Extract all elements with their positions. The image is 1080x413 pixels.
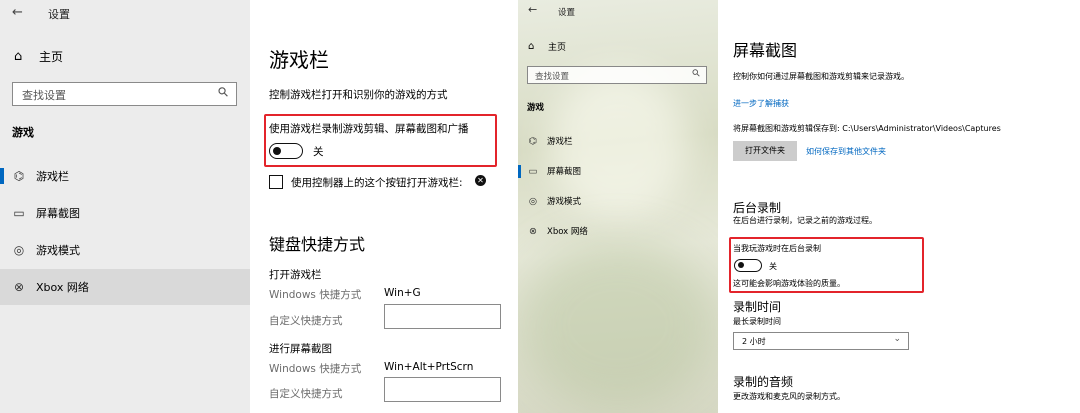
home-icon: ⌂	[528, 41, 535, 52]
back-arrow-icon[interactable]: ←	[528, 3, 537, 16]
left-sidebar: ← 设置 ⌂ 主页 查找设置 ⚲ 游戏 ⌬ 游戏栏 ▭ 屏幕截图 ◎ 游戏模式 …	[0, 0, 250, 413]
windows-shortcut-label: Windows 快捷方式	[269, 289, 362, 301]
windows-shortcut-value: Win+G	[384, 287, 421, 299]
background-recording-toggle[interactable]	[734, 259, 762, 272]
left-main-content: 游戏栏 控制游戏栏打开和识别你的游戏的方式 使用游戏栏录制游戏剪辑、屏幕截图和广…	[250, 0, 516, 413]
max-recording-time-select[interactable]: 2 小时 ⌄	[733, 332, 909, 350]
record-toggle[interactable]	[269, 143, 303, 159]
shortcut-group-title: 进行屏幕截图	[269, 343, 332, 355]
nav-home[interactable]: ⌂ 主页	[14, 48, 63, 65]
search-icon: ⚲	[689, 67, 703, 80]
sidebar-item-label: Xbox 网络	[547, 227, 588, 237]
sidebar-item-label: 游戏栏	[36, 170, 69, 183]
search-placeholder: 查找设置	[535, 72, 570, 82]
xbox-icon: ⊗	[529, 225, 537, 237]
app-title: 设置	[558, 8, 576, 18]
background-recording-note: 这可能会影响游戏体验的质量。	[733, 279, 845, 288]
search-placeholder: 查找设置	[22, 89, 66, 102]
sidebar-item-xbox-network[interactable]: ⊗ Xbox 网络	[0, 269, 250, 305]
sidebar-item-captures[interactable]: ▭ 屏幕截图	[518, 158, 718, 184]
page-description: 控制你如何通过屏幕截图和游戏剪辑来记录游戏。	[733, 72, 909, 81]
shortcuts-title: 键盘快捷方式	[269, 235, 366, 254]
sidebar-item-game-bar[interactable]: ⌬ 游戏栏	[518, 128, 718, 154]
nav-home-label: 主页	[39, 50, 64, 64]
capture-icon: ▭	[13, 206, 25, 220]
back-arrow-icon[interactable]: ←	[12, 5, 23, 20]
custom-shortcut-label: 自定义快捷方式	[269, 315, 343, 327]
custom-shortcut-input[interactable]	[384, 377, 501, 402]
windows-shortcut-value: Win+Alt+PrtScrn	[384, 361, 474, 373]
nav-category-title: 游戏	[12, 126, 34, 139]
game-mode-icon: ◎	[528, 195, 538, 207]
sidebar-item-game-mode[interactable]: ◎ 游戏模式	[518, 188, 718, 214]
sidebar-item-label: 屏幕截图	[36, 207, 80, 220]
shortcut-group-title: 打开游戏栏	[269, 269, 322, 281]
select-value: 2 小时	[742, 337, 766, 346]
sidebar-item-game-mode[interactable]: ◎ 游戏模式	[0, 232, 250, 268]
sidebar-item-label: 游戏模式	[36, 244, 80, 257]
background-recording-toggle-state: 关	[769, 262, 777, 271]
chevron-down-icon: ⌄	[893, 334, 901, 344]
recorded-audio-title: 录制的音频	[733, 375, 794, 389]
open-folder-button[interactable]: 打开文件夹	[733, 141, 797, 161]
sidebar-item-label: 屏幕截图	[547, 167, 582, 177]
background-recording-option-label: 当我玩游戏时在后台录制	[733, 244, 821, 253]
page-title: 屏幕截图	[733, 41, 798, 60]
app-title: 设置	[48, 8, 70, 21]
sidebar-item-label: 游戏栏	[547, 137, 573, 147]
save-path-text: 将屏幕截图和游戏剪辑保存到: C:\Users\Administrator\Vi…	[733, 124, 1001, 133]
background-recording-desc: 在后台进行录制，记录之前的游戏过程。	[733, 216, 877, 225]
page-title: 游戏栏	[269, 48, 329, 72]
nav-home[interactable]: ⌂ 主页	[528, 40, 566, 53]
game-controller-icon: ⌬	[528, 135, 538, 147]
nav-home-label: 主页	[548, 43, 567, 53]
capture-icon: ▭	[528, 165, 538, 177]
max-recording-time-label: 最长录制时间	[733, 317, 781, 326]
learn-more-link[interactable]: 进一步了解捕获	[733, 98, 789, 109]
search-input[interactable]: 查找设置 ⚲	[12, 82, 237, 106]
home-icon: ⌂	[14, 49, 23, 64]
custom-shortcut-input[interactable]	[384, 304, 501, 329]
toggle-knob	[273, 146, 281, 155]
search-icon: ⚲	[215, 83, 233, 102]
sidebar-item-captures[interactable]: ▭ 屏幕截图	[0, 195, 250, 231]
controller-checkbox[interactable]	[269, 175, 283, 189]
recording-time-title: 录制时间	[733, 300, 782, 314]
sidebar-item-xbox-network[interactable]: ⊗ Xbox 网络	[518, 218, 718, 244]
recorded-audio-desc: 更改游戏和麦克风的录制方式。	[733, 392, 845, 401]
custom-shortcut-label: 自定义快捷方式	[269, 388, 343, 400]
sidebar-item-label: 游戏模式	[547, 197, 582, 207]
left-settings-window: ← 设置 ⌂ 主页 查找设置 ⚲ 游戏 ⌬ 游戏栏 ▭ 屏幕截图 ◎ 游戏模式 …	[0, 0, 516, 413]
acrylic-shade	[518, 240, 718, 410]
background-recording-title: 后台录制	[733, 201, 782, 215]
game-mode-icon: ◎	[13, 243, 25, 257]
xbox-icon: ⊗	[13, 280, 25, 294]
record-option-label: 使用游戏栏录制游戏剪辑、屏幕截图和广播	[269, 123, 469, 135]
sidebar-item-label: Xbox 网络	[36, 281, 89, 294]
page-description: 控制游戏栏打开和识别你的游戏的方式	[269, 89, 448, 101]
windows-shortcut-label: Windows 快捷方式	[269, 363, 362, 375]
right-sidebar: ← 设置 ⌂ 主页 查找设置 ⚲ 游戏 ⌬ 游戏栏 ▭ 屏幕截图 ◎ 游戏模式 …	[518, 0, 718, 413]
search-input[interactable]: 查找设置 ⚲	[527, 66, 707, 84]
game-controller-icon: ⌬	[13, 169, 25, 183]
record-toggle-state: 关	[313, 146, 324, 158]
xbox-button-icon: ✕	[475, 175, 486, 186]
toggle-knob	[738, 262, 744, 268]
sidebar-item-game-bar[interactable]: ⌬ 游戏栏	[0, 158, 250, 194]
right-settings-window: ← 设置 ⌂ 主页 查找设置 ⚲ 游戏 ⌬ 游戏栏 ▭ 屏幕截图 ◎ 游戏模式 …	[518, 0, 1080, 413]
save-elsewhere-link[interactable]: 如何保存到其他文件夹	[806, 146, 886, 157]
controller-option-label: 使用控制器上的这个按钮打开游戏栏:	[291, 177, 463, 189]
right-main-content: 屏幕截图 控制你如何通过屏幕截图和游戏剪辑来记录游戏。 进一步了解捕获 将屏幕截…	[718, 0, 1080, 413]
nav-category-title: 游戏	[527, 103, 545, 113]
